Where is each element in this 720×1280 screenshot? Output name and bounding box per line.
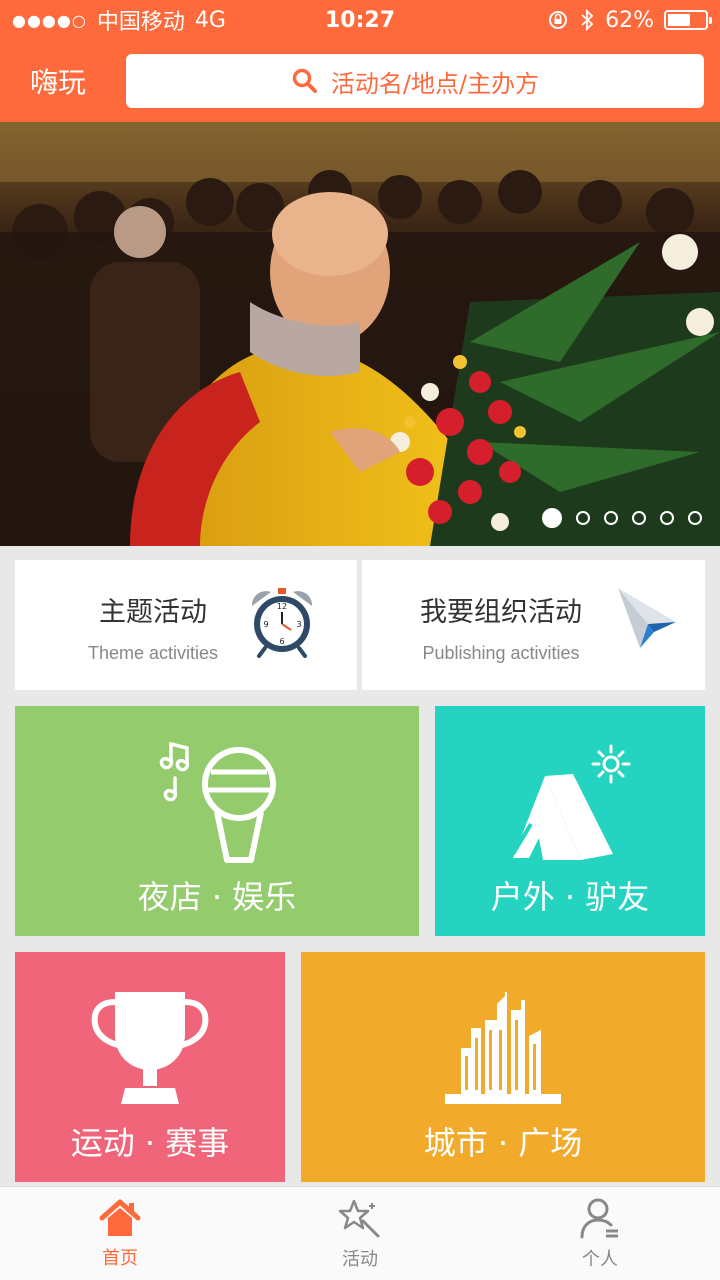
tile-city[interactable]: 城市 · 广场: [301, 952, 705, 1182]
person-icon: [580, 1198, 618, 1238]
carousel-pager[interactable]: [542, 508, 702, 528]
tent-icon: [511, 744, 631, 860]
tile-label: 运动 · 赛事: [70, 1124, 230, 1162]
svg-text:9: 9: [263, 620, 268, 629]
tab-home[interactable]: 首页: [0, 1187, 240, 1280]
battery-icon: [664, 10, 712, 30]
card-subtitle: Theme activities: [87, 643, 219, 663]
tab-label: 个人: [582, 1248, 618, 1270]
home-icon: [99, 1199, 141, 1236]
publish-activity-card[interactable]: 我要组织活动 Publishing activities: [362, 560, 705, 690]
tile-nightlife[interactable]: 夜店 · 娱乐: [15, 706, 419, 936]
search-input[interactable]: 活动名/地点/主办方: [126, 54, 704, 108]
pager-dot[interactable]: [576, 511, 590, 525]
svg-text:3: 3: [296, 620, 301, 629]
bottom-tab-bar: 首页 活动 个人: [0, 1186, 720, 1280]
search-placeholder: 活动名/地点/主办方: [330, 69, 540, 98]
pager-dot[interactable]: [660, 511, 674, 525]
tab-profile[interactable]: 个人: [480, 1187, 720, 1280]
carrier-name: 中国移动: [96, 10, 185, 35]
signal-strength-icon: ●●●●○: [12, 10, 87, 30]
app-header: 嗨玩 活动名/地点/主办方: [0, 40, 720, 122]
tab-label: 活动: [342, 1248, 378, 1270]
card-title: 我要组织活动: [420, 597, 582, 628]
banner-carousel[interactable]: [0, 122, 720, 546]
pager-dot[interactable]: [604, 511, 618, 525]
tile-outdoor[interactable]: 户外 · 驴友: [435, 706, 705, 936]
svg-text:6: 6: [279, 637, 284, 646]
tab-activities[interactable]: 活动: [240, 1187, 480, 1280]
alarm-clock-icon: 12 3 6 9: [251, 588, 313, 658]
battery-percent: 62%: [605, 7, 654, 33]
microphone-icon: [159, 742, 276, 863]
tile-sports[interactable]: 运动 · 赛事: [15, 952, 285, 1182]
network-type: 4G: [194, 7, 226, 33]
tab-label: 首页: [102, 1247, 138, 1269]
pager-dot[interactable]: [688, 511, 702, 525]
tile-label: 夜店 · 娱乐: [137, 878, 297, 916]
pager-dot[interactable]: [632, 511, 646, 525]
rotation-lock-icon: [549, 11, 568, 29]
trophy-icon: [91, 992, 209, 1104]
paper-plane-icon: [618, 588, 676, 648]
theme-activities-card[interactable]: 主题活动 Theme activities 12 3 6 9: [15, 560, 357, 690]
search-icon: [292, 68, 317, 93]
pager-dot[interactable]: [542, 508, 562, 528]
banner-image: [0, 122, 720, 546]
app-brand: 嗨玩: [30, 66, 87, 99]
svg-text:12: 12: [277, 602, 287, 611]
city-icon: [445, 992, 561, 1104]
card-subtitle: Publishing activities: [422, 643, 580, 663]
bluetooth-icon: [581, 8, 594, 32]
tile-label: 城市 · 广场: [423, 1124, 583, 1162]
tile-label: 户外 · 驴友: [490, 878, 650, 916]
status-bar: ●●●●○ 中国移动 4G 10:27 62%: [0, 0, 720, 40]
card-title: 主题活动: [99, 597, 207, 628]
star-wand-icon: [338, 1199, 380, 1237]
